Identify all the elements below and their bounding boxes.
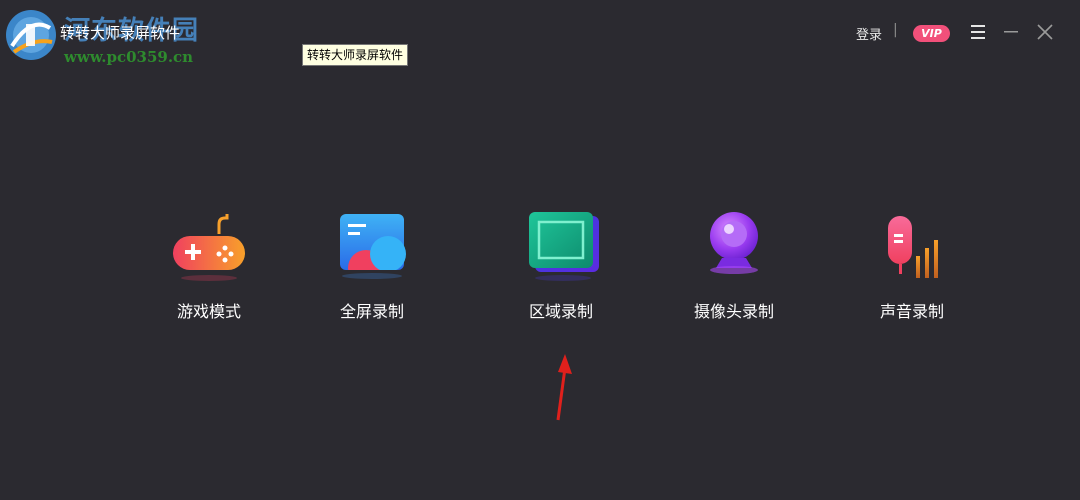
login-link[interactable]: 登录 <box>856 24 882 43</box>
gamepad-icon <box>173 214 245 281</box>
region-icon <box>529 212 599 281</box>
mode-fullscreen-label: 全屏录制 <box>339 302 404 321</box>
watermark-logo-icon <box>6 10 56 60</box>
microphone-icon <box>888 216 938 278</box>
menu-button[interactable] <box>966 20 990 44</box>
header-separator: | <box>893 22 898 38</box>
close-button[interactable] <box>1033 20 1057 44</box>
minimize-icon <box>1004 31 1018 33</box>
watermark-url: www.pc0359.cn <box>64 48 194 66</box>
minimize-button[interactable] <box>999 20 1023 44</box>
red-arrow-annotation <box>556 354 572 421</box>
vip-button[interactable]: VIP <box>913 25 950 42</box>
mode-audio[interactable]: 声音录制 <box>847 210 977 325</box>
close-icon <box>1037 24 1053 40</box>
webcam-icon <box>710 212 758 274</box>
app-title: 转转大师录屏软件 <box>60 24 181 42</box>
mode-region[interactable]: 区域录制 <box>496 210 626 325</box>
mode-game[interactable]: 游戏模式 <box>144 210 274 325</box>
fullscreen-icon <box>340 214 406 282</box>
mode-webcam-label: 摄像头录制 <box>693 302 774 321</box>
mode-audio-label: 声音录制 <box>879 302 944 321</box>
mode-webcam[interactable]: 摄像头录制 <box>669 210 799 325</box>
mode-game-label: 游戏模式 <box>176 302 241 321</box>
title-tooltip: 转转大师录屏软件 <box>302 44 409 66</box>
mode-region-label: 区域录制 <box>528 302 593 321</box>
hamburger-menu-icon <box>971 25 985 39</box>
app-window: 河东软件园 www.pc0359.cn 转转大师录屏软件 转转大师录屏软件 登录… <box>0 0 1080 500</box>
mode-fullscreen[interactable]: 全屏录制 <box>307 210 437 325</box>
